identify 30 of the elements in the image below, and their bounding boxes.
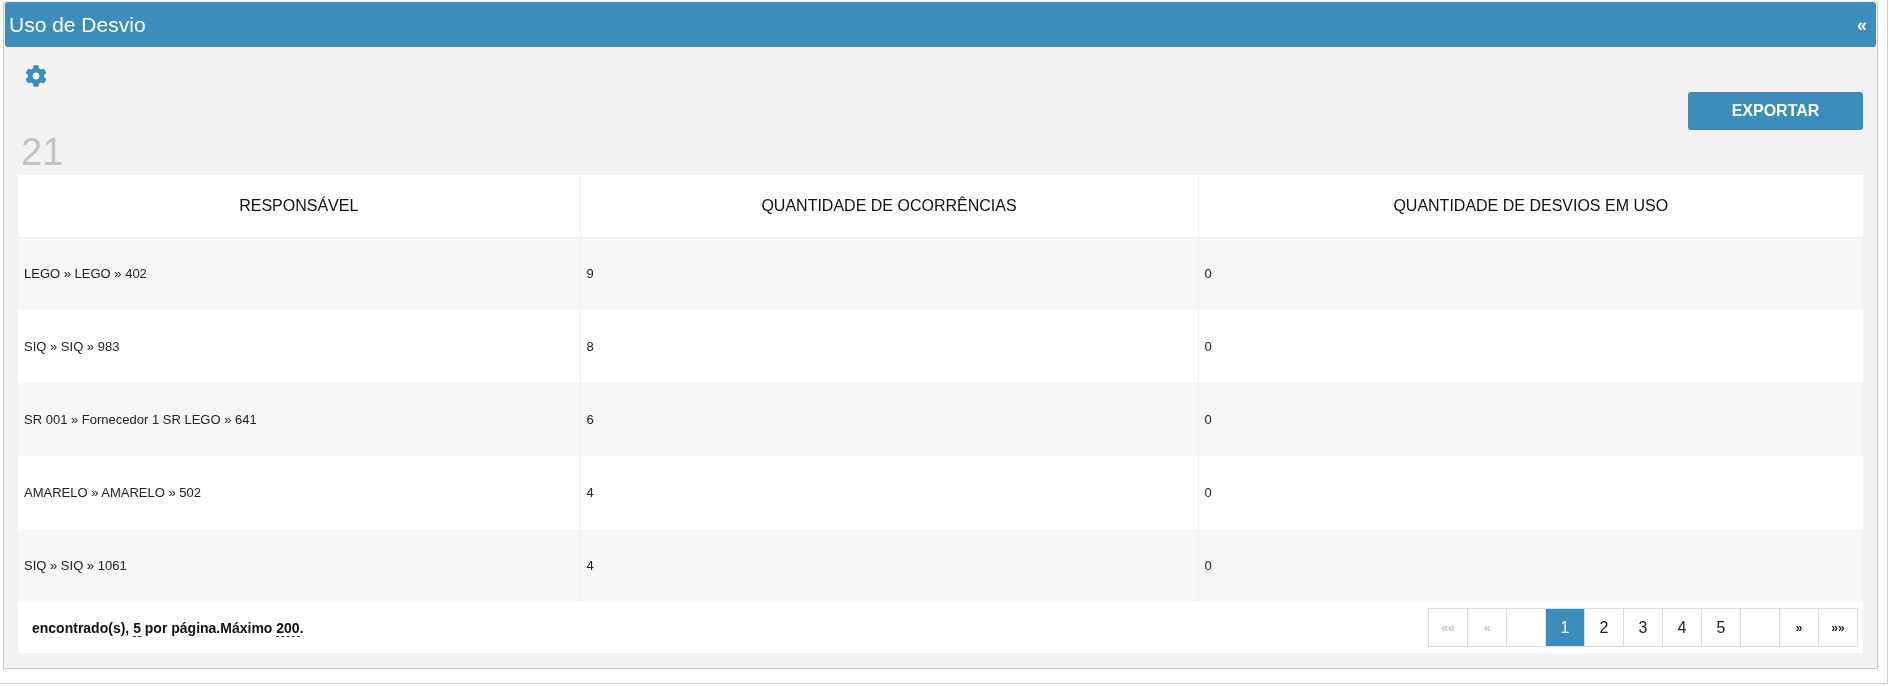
table-cell: LEGO » LEGO » 402 xyxy=(18,237,580,310)
table-cell: 0 xyxy=(1198,310,1863,383)
table-cell: 6 xyxy=(580,383,1198,456)
table-cell: 0 xyxy=(1198,529,1863,602)
table-cell: SR 001 » Fornecedor 1 SR LEGO » 641 xyxy=(18,383,580,456)
settings-icon[interactable] xyxy=(25,65,47,87)
page-button[interactable]: 1 xyxy=(1545,608,1584,647)
table-cell: AMARELO » AMARELO » 502 xyxy=(18,456,580,529)
export-button[interactable]: EXPORTAR xyxy=(1688,92,1863,130)
page-button[interactable]: 2 xyxy=(1584,608,1623,647)
table-cell: SIQ » SIQ » 983 xyxy=(18,310,580,383)
table-cell: 8 xyxy=(580,310,1198,383)
table-cell: 0 xyxy=(1198,383,1863,456)
next-page-button[interactable]: » xyxy=(1779,608,1818,647)
last-page-button[interactable]: »» xyxy=(1818,608,1858,647)
panel-title: Uso de Desvio xyxy=(9,12,146,37)
table-cell: 9 xyxy=(580,237,1198,310)
column-header: QUANTIDADE DE DESVIOS EM USO xyxy=(1198,175,1863,237)
collapse-button[interactable]: « xyxy=(1857,14,1867,35)
page-button[interactable]: 4 xyxy=(1662,608,1701,647)
column-header: QUANTIDADE DE OCORRÊNCIAS xyxy=(580,175,1198,237)
results-summary: encontrado(s), 5 por página.Máximo 200. xyxy=(32,619,304,636)
table-cell: 4 xyxy=(580,456,1198,529)
table-cell: 0 xyxy=(1198,456,1863,529)
page-button[interactable]: 5 xyxy=(1701,608,1740,647)
table-cell: SIQ » SIQ » 1061 xyxy=(18,529,580,602)
table-cell: 0 xyxy=(1198,237,1863,310)
page-button[interactable]: 3 xyxy=(1623,608,1662,647)
column-header: RESPONSÁVEL xyxy=(18,175,580,237)
table-cell: 4 xyxy=(580,529,1198,602)
